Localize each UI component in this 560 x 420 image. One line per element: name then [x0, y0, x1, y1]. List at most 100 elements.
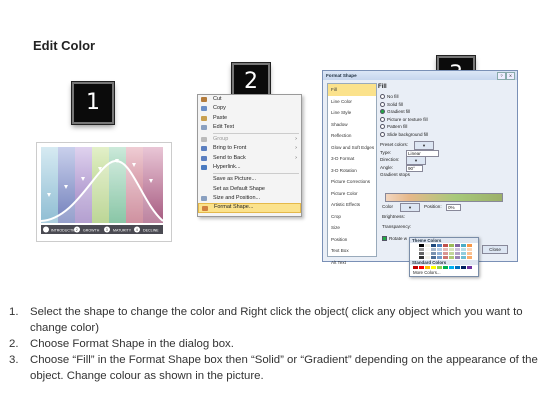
color-swatch[interactable]	[455, 244, 460, 247]
color-swatch[interactable]	[455, 248, 460, 251]
color-swatch[interactable]	[419, 244, 424, 247]
option-no-fill[interactable]: No fill	[378, 93, 513, 101]
color-swatch[interactable]	[461, 256, 466, 259]
category-glow[interactable]: Glow and Soft Edges	[328, 142, 376, 154]
color-swatch[interactable]	[461, 244, 466, 247]
category-picture-color[interactable]: Picture Color	[328, 188, 376, 200]
option-gradient-fill[interactable]: Gradient fill	[378, 108, 513, 116]
category-picture-corrections[interactable]: Picture Corrections	[328, 176, 376, 188]
color-swatch[interactable]	[467, 252, 472, 255]
stage-num-4: 4	[136, 228, 138, 232]
color-swatch[interactable]	[437, 256, 442, 259]
option-pattern-fill[interactable]: Pattern fill	[378, 123, 513, 131]
category-crop[interactable]: Crop	[328, 211, 376, 223]
close-button[interactable]: Close	[482, 245, 508, 254]
color-swatch[interactable]	[431, 244, 436, 247]
color-swatch[interactable]	[425, 256, 430, 259]
color-swatch[interactable]	[425, 252, 430, 255]
menu-item-hyperlink[interactable]: Hyperlink...	[198, 163, 301, 172]
color-swatch[interactable]	[413, 266, 418, 269]
color-swatch[interactable]	[449, 252, 454, 255]
color-swatch[interactable]	[449, 266, 454, 269]
color-swatch[interactable]	[431, 266, 436, 269]
slide-preview[interactable]: INTRODUCTION 2 GROWTH 3 MATURITY 4 DECLI…	[36, 142, 172, 242]
help-button[interactable]: ?	[497, 72, 506, 80]
color-swatch[interactable]	[413, 252, 418, 255]
color-swatch[interactable]	[455, 266, 460, 269]
option-picture-fill[interactable]: Picture or texture fill	[378, 116, 513, 124]
step-2: 2. Choose Format Shape in the dialog box.	[9, 338, 234, 350]
menu-item-paste[interactable]: Paste	[198, 114, 301, 123]
color-swatch[interactable]	[437, 248, 442, 251]
color-swatch[interactable]	[467, 244, 472, 247]
menu-item-send-to-back[interactable]: Send to Back ›	[198, 154, 301, 163]
submenu-arrow-icon: ›	[295, 136, 297, 143]
color-swatch[interactable]	[425, 248, 430, 251]
category-line-color[interactable]: Line Color	[328, 96, 376, 108]
stop-color-button[interactable]: ▾	[400, 203, 420, 212]
bring-front-icon	[201, 146, 207, 152]
color-swatch[interactable]	[431, 252, 436, 255]
color-swatch[interactable]	[443, 244, 448, 247]
menu-item-edit-text[interactable]: Edit Text	[198, 123, 301, 132]
color-swatch[interactable]	[413, 248, 418, 251]
color-swatch[interactable]	[419, 248, 424, 251]
color-swatch[interactable]	[413, 256, 418, 259]
color-swatch[interactable]	[449, 248, 454, 251]
color-swatch[interactable]	[467, 248, 472, 251]
menu-item-save-as-picture[interactable]: Save as Picture...	[198, 175, 301, 184]
color-swatch[interactable]	[419, 256, 424, 259]
color-swatch[interactable]	[443, 248, 448, 251]
menu-item-group[interactable]: Group ›	[198, 135, 301, 144]
menu-item-set-default-shape[interactable]: Set as Default Shape	[198, 185, 301, 194]
menu-item-format-shape[interactable]: Format Shape...	[198, 203, 301, 213]
color-swatch[interactable]	[461, 266, 466, 269]
option-solid-fill[interactable]: Solid fill	[378, 101, 513, 109]
category-reflection[interactable]: Reflection	[328, 130, 376, 142]
color-swatch[interactable]	[419, 266, 424, 269]
color-swatch[interactable]	[461, 248, 466, 251]
menu-item-bring-to-front[interactable]: Bring to Front ›	[198, 144, 301, 153]
option-slide-background-fill[interactable]: Slide background fill	[378, 131, 513, 139]
category-text-box[interactable]: Text Box	[328, 245, 376, 257]
position-input[interactable]: 0%	[446, 204, 461, 211]
category-3d-format[interactable]: 3-D Format	[328, 153, 376, 165]
gradient-stops-slider[interactable]	[385, 193, 503, 202]
color-swatch[interactable]	[467, 266, 472, 269]
category-line-style[interactable]: Line Style	[328, 107, 376, 119]
color-swatch[interactable]	[449, 256, 454, 259]
menu-item-copy[interactable]: Copy	[198, 104, 301, 113]
color-swatch[interactable]	[419, 252, 424, 255]
menu-item-size-position[interactable]: Size and Position...	[198, 194, 301, 203]
color-swatch[interactable]	[437, 252, 442, 255]
category-alt-text[interactable]: Alt Text	[328, 257, 376, 269]
color-swatch[interactable]	[431, 256, 436, 259]
category-size[interactable]: Size	[328, 222, 376, 234]
radio-icon	[380, 101, 385, 107]
radio-selected-icon	[380, 109, 385, 115]
color-swatch[interactable]	[449, 244, 454, 247]
color-swatch[interactable]	[431, 248, 436, 251]
category-artistic-effects[interactable]: Artistic Effects	[328, 199, 376, 211]
category-shadow[interactable]: Shadow	[328, 119, 376, 131]
close-icon[interactable]: X	[506, 72, 515, 80]
more-colors-link[interactable]: More Colors...	[410, 270, 478, 275]
color-swatch[interactable]	[437, 244, 442, 247]
color-swatch[interactable]	[425, 266, 430, 269]
color-swatch[interactable]	[425, 244, 430, 247]
color-swatch[interactable]	[443, 252, 448, 255]
color-swatch[interactable]	[455, 252, 460, 255]
menu-item-cut[interactable]: Cut	[198, 95, 301, 104]
color-swatch[interactable]	[467, 256, 472, 259]
color-swatch[interactable]	[437, 266, 442, 269]
color-swatch[interactable]	[455, 256, 460, 259]
category-fill[interactable]: Fill	[328, 84, 376, 96]
category-3d-rotation[interactable]: 3-D Rotation	[328, 165, 376, 177]
rotate-with-shape[interactable]: Rotate w	[380, 235, 407, 243]
color-swatch[interactable]	[443, 266, 448, 269]
category-list: Fill Line Color Line Style Shadow Reflec…	[327, 83, 377, 265]
category-position[interactable]: Position	[328, 234, 376, 246]
color-swatch[interactable]	[443, 256, 448, 259]
color-swatch[interactable]	[413, 244, 418, 247]
color-swatch[interactable]	[461, 252, 466, 255]
